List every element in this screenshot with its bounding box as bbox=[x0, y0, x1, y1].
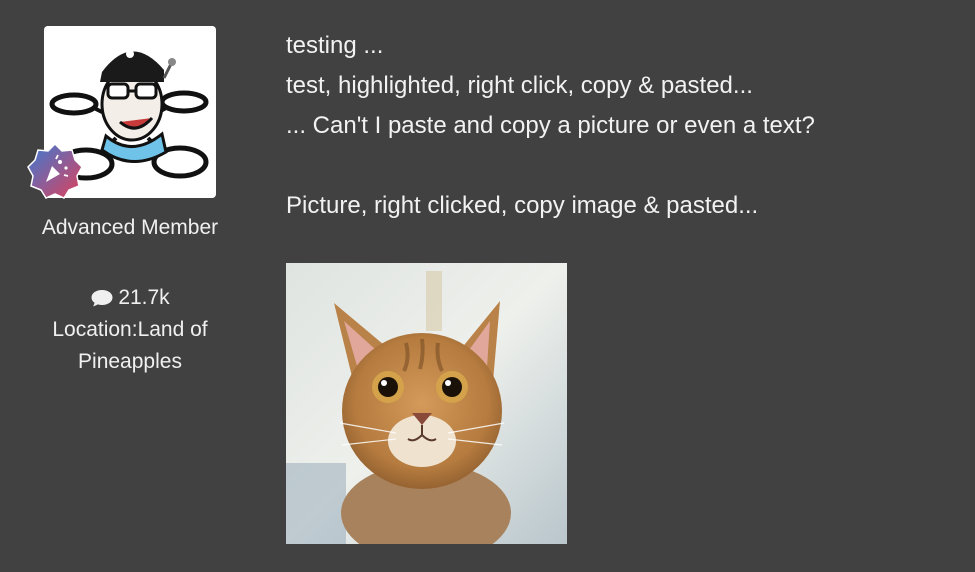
post-count-value: 21.7k bbox=[118, 286, 170, 309]
location-label: Location: bbox=[52, 318, 138, 341]
post-line: test, highlighted, right click, copy & p… bbox=[286, 72, 753, 99]
confetti-badge-icon bbox=[27, 142, 83, 199]
author-location: Location:Land of Pineapples bbox=[35, 314, 225, 378]
post-line: Picture, right clicked, copy image & pas… bbox=[286, 192, 759, 219]
forum-post: Advanced Member 21.7k Location:Land of P… bbox=[0, 0, 975, 572]
kitten-image[interactable] bbox=[286, 263, 567, 544]
speech-bubble-icon bbox=[91, 290, 113, 307]
member-rank: Advanced Member bbox=[41, 216, 219, 239]
post-content: testing ... test, highlighted, right cli… bbox=[286, 26, 946, 226]
author-panel: Advanced Member 21.7k Location:Land of P… bbox=[0, 0, 260, 572]
avatar-container bbox=[27, 26, 216, 199]
post-line: ... Can't I paste and copy a picture or … bbox=[286, 112, 815, 139]
author-stats: 21.7k Location:Land of Pineapples bbox=[0, 282, 260, 378]
post-line: testing ... bbox=[286, 32, 384, 59]
post-count[interactable]: 21.7k bbox=[0, 282, 260, 314]
